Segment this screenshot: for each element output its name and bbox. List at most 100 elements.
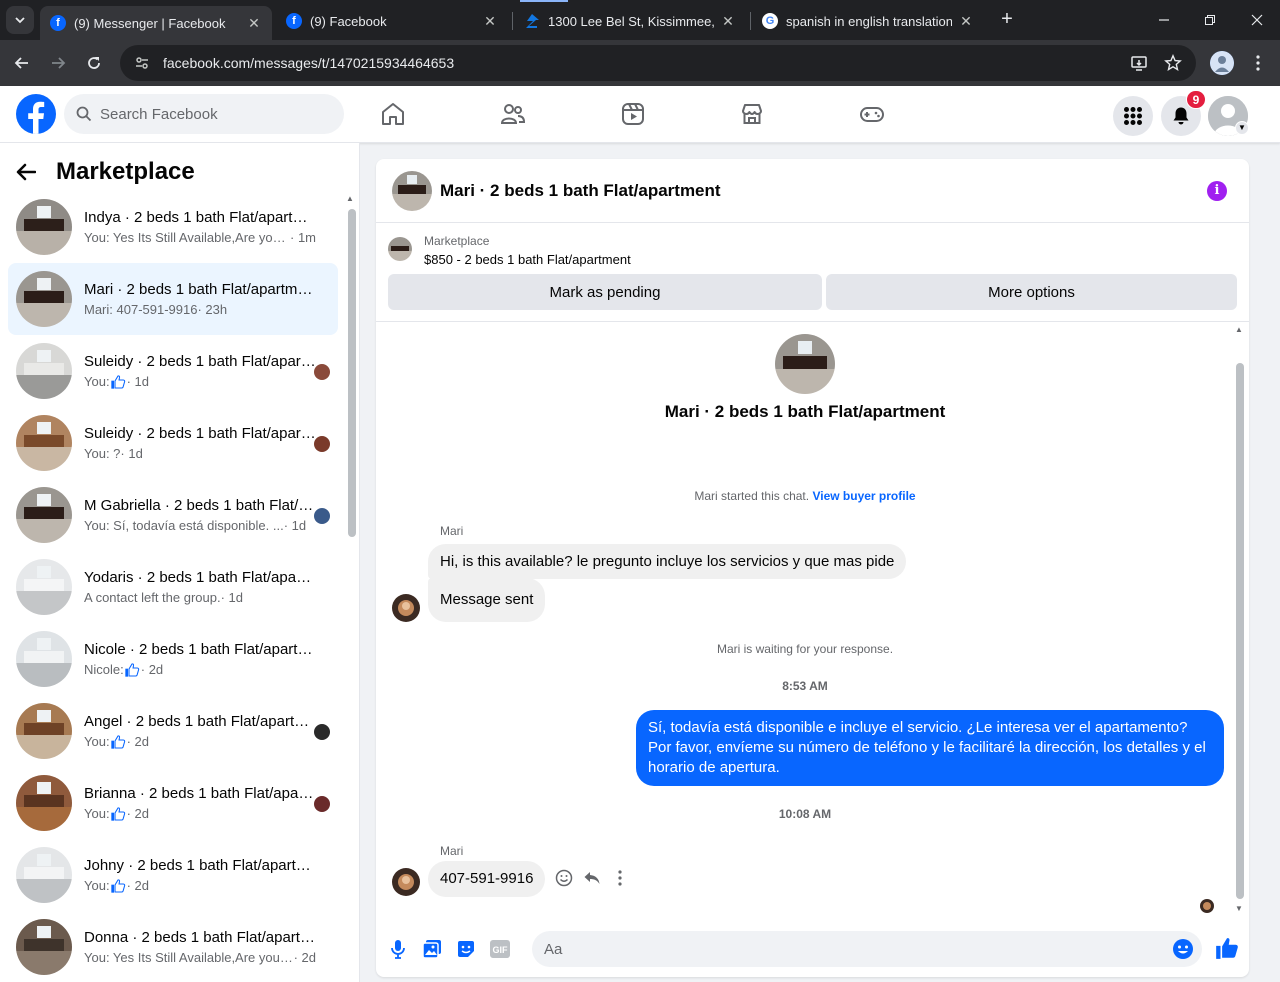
close-icon[interactable]: ✕ xyxy=(720,13,736,30)
scroll-down-arrow[interactable]: ▼ xyxy=(1235,904,1243,913)
minimize-button[interactable] xyxy=(1152,8,1176,32)
sender-avatar[interactable] xyxy=(392,868,420,896)
message-more-button[interactable] xyxy=(610,868,630,888)
reload-button[interactable] xyxy=(82,51,106,75)
address-bar[interactable]: facebook.com/messages/t/1470215934464653 xyxy=(120,45,1196,81)
google-icon: G xyxy=(762,13,778,29)
conversation-snippet: Nicole: · 2d xyxy=(84,662,316,678)
close-icon[interactable]: ✕ xyxy=(482,13,498,30)
sidebar-title: Marketplace xyxy=(56,158,195,185)
waiting-note: Mari is waiting for your response. xyxy=(716,642,894,656)
room-photo xyxy=(392,170,432,211)
emoji-icon[interactable] xyxy=(1172,938,1194,960)
photo-icon[interactable] xyxy=(420,937,444,961)
back-button[interactable] xyxy=(10,51,34,75)
conversation-item[interactable]: Indya · 2 beds 1 bath Flat/apartment You:… xyxy=(8,191,338,263)
scroll-up-arrow[interactable]: ▲ xyxy=(1235,325,1243,334)
nav-friends[interactable] xyxy=(499,100,527,128)
listing-card: Marketplace $850 - 2 beds 1 bath Flat/ap… xyxy=(376,224,1249,322)
browser-menu-button[interactable] xyxy=(1246,51,1270,75)
search-input[interactable] xyxy=(100,105,320,123)
message-input[interactable] xyxy=(544,940,1172,958)
reply-icon xyxy=(584,872,600,884)
svg-text:GIF: GIF xyxy=(493,945,509,955)
conversation-item[interactable]: Yodaris · 2 beds 1 bath Flat/apartment A … xyxy=(8,551,338,623)
close-icon[interactable]: ✕ xyxy=(958,13,974,30)
close-window-button[interactable] xyxy=(1245,8,1269,32)
conversation-item[interactable]: Suleidy · 2 beds 1 bath Flat/apartment Yo… xyxy=(8,407,338,479)
tab-search-button[interactable] xyxy=(6,6,34,34)
conversation-item[interactable]: Mari · 2 beds 1 bath Flat/apartment Mari:… xyxy=(8,263,338,335)
tab-zillow[interactable]: 1300 Lee Bel St, Kissimmee, FL 3 ✕ xyxy=(514,6,746,36)
new-tab-button[interactable]: + xyxy=(996,8,1018,30)
react-button[interactable] xyxy=(554,868,574,888)
chat-panel: Mari · 2 beds 1 bath Flat/apartment i Ma… xyxy=(376,159,1249,977)
sidebar-scrollbar[interactable] xyxy=(348,209,356,537)
snippet-time: · 2d xyxy=(126,734,149,749)
tab-separator xyxy=(512,12,513,30)
conversation-item[interactable]: Donna · 2 beds 1 bath Flat/apartment You:… xyxy=(8,911,338,982)
conversation-item[interactable]: Nicole · 2 beds 1 bath Flat/apartment Nic… xyxy=(8,623,338,695)
nav-marketplace[interactable] xyxy=(738,100,766,128)
close-icon[interactable]: ✕ xyxy=(246,15,262,32)
sticker-icon[interactable] xyxy=(454,937,478,961)
listing-thumbnail[interactable] xyxy=(388,237,412,261)
site-info-icon[interactable] xyxy=(134,55,150,71)
facebook-logo[interactable] xyxy=(16,94,56,134)
snippet-text: You: xyxy=(84,734,110,749)
tab-title: (9) Messenger | Facebook xyxy=(74,15,226,31)
reload-icon xyxy=(88,57,100,69)
nav-gaming[interactable] xyxy=(858,100,886,128)
browser-profile-avatar[interactable] xyxy=(1210,51,1234,75)
conversation-item[interactable]: Angel · 2 beds 1 bath Flat/apartment You:… xyxy=(8,695,338,767)
conversation-avatar[interactable] xyxy=(775,334,835,394)
conversation-snippet: A contact left the group. · 1d xyxy=(84,590,316,605)
scroll-up-arrow[interactable]: ▲ xyxy=(346,194,354,203)
install-app-icon[interactable] xyxy=(1128,52,1150,74)
arrow-right-icon xyxy=(52,57,66,69)
chat-scrollbar[interactable] xyxy=(1236,363,1244,899)
chat-listing-thumbnail[interactable] xyxy=(392,170,432,211)
conversation-item[interactable]: M Gabriella · 2 beds 1 bath Flat/apartme… xyxy=(8,479,338,551)
listing-price[interactable]: $850 - 2 beds 1 bath Flat/apartment xyxy=(424,252,631,267)
tab-google[interactable]: G spanish in english translation - G ✕ xyxy=(752,6,984,36)
chevron-down-icon[interactable]: ▼ xyxy=(1235,121,1249,135)
restore-button[interactable] xyxy=(1198,8,1222,32)
nav-home[interactable] xyxy=(379,100,407,128)
conversation-item[interactable]: Brianna · 2 beds 1 bath Flat/apartment Yo… xyxy=(8,767,338,839)
reply-button[interactable] xyxy=(582,868,602,888)
more-options-button[interactable]: More options xyxy=(826,274,1237,310)
restore-icon xyxy=(1205,15,1215,25)
info-icon[interactable]: i xyxy=(1207,180,1227,201)
view-buyer-profile-link[interactable]: View buyer profile xyxy=(812,489,915,503)
message-composer: GIF xyxy=(376,929,1249,969)
conversation-meta: Brianna · 2 beds 1 bath Flat/apartment Yo… xyxy=(84,785,316,822)
incoming-message[interactable]: Message sent xyxy=(428,578,546,622)
bookmark-star-icon[interactable] xyxy=(1162,52,1184,74)
facebook-icon: f xyxy=(286,13,302,29)
chat-title[interactable]: Mari · 2 beds 1 bath Flat/apartment xyxy=(440,181,1207,201)
conversation-snippet: You: ? · 1d xyxy=(84,446,316,461)
tab-facebook[interactable]: f (9) Facebook ✕ xyxy=(276,6,508,36)
conversation-item[interactable]: Johny · 2 beds 1 bath Flat/apartment You:… xyxy=(8,839,338,911)
facebook-search[interactable] xyxy=(64,94,344,134)
listing-thumbnail xyxy=(16,847,72,903)
sender-avatar[interactable] xyxy=(392,594,420,622)
incoming-message[interactable]: 407-591-9916 xyxy=(428,861,546,897)
mark-pending-button[interactable]: Mark as pending xyxy=(388,274,822,310)
snippet-text: You: xyxy=(84,374,110,389)
microphone-icon[interactable] xyxy=(386,937,410,961)
gif-icon[interactable]: GIF xyxy=(488,937,512,961)
back-arrow-icon[interactable] xyxy=(16,157,46,187)
chat-header: Mari · 2 beds 1 bath Flat/apartment i xyxy=(376,159,1249,223)
menu-button[interactable] xyxy=(1113,96,1153,136)
nav-watch[interactable] xyxy=(619,100,647,128)
outgoing-message[interactable]: Sí, todavía está disponible e incluye el… xyxy=(636,710,1224,786)
incoming-message[interactable]: Hi, is this available? le pregunto inclu… xyxy=(428,544,907,579)
forward-button[interactable] xyxy=(46,51,70,75)
close-icon xyxy=(1251,14,1263,26)
tab-messenger[interactable]: f (9) Messenger | Facebook ✕ xyxy=(40,6,272,40)
conversation-item[interactable]: Suleidy · 2 beds 1 bath Flat/apartment Yo… xyxy=(8,335,338,407)
like-send-icon[interactable] xyxy=(1214,935,1240,961)
conversation-name: Indya · 2 beds 1 bath Flat/apartment xyxy=(84,209,316,226)
